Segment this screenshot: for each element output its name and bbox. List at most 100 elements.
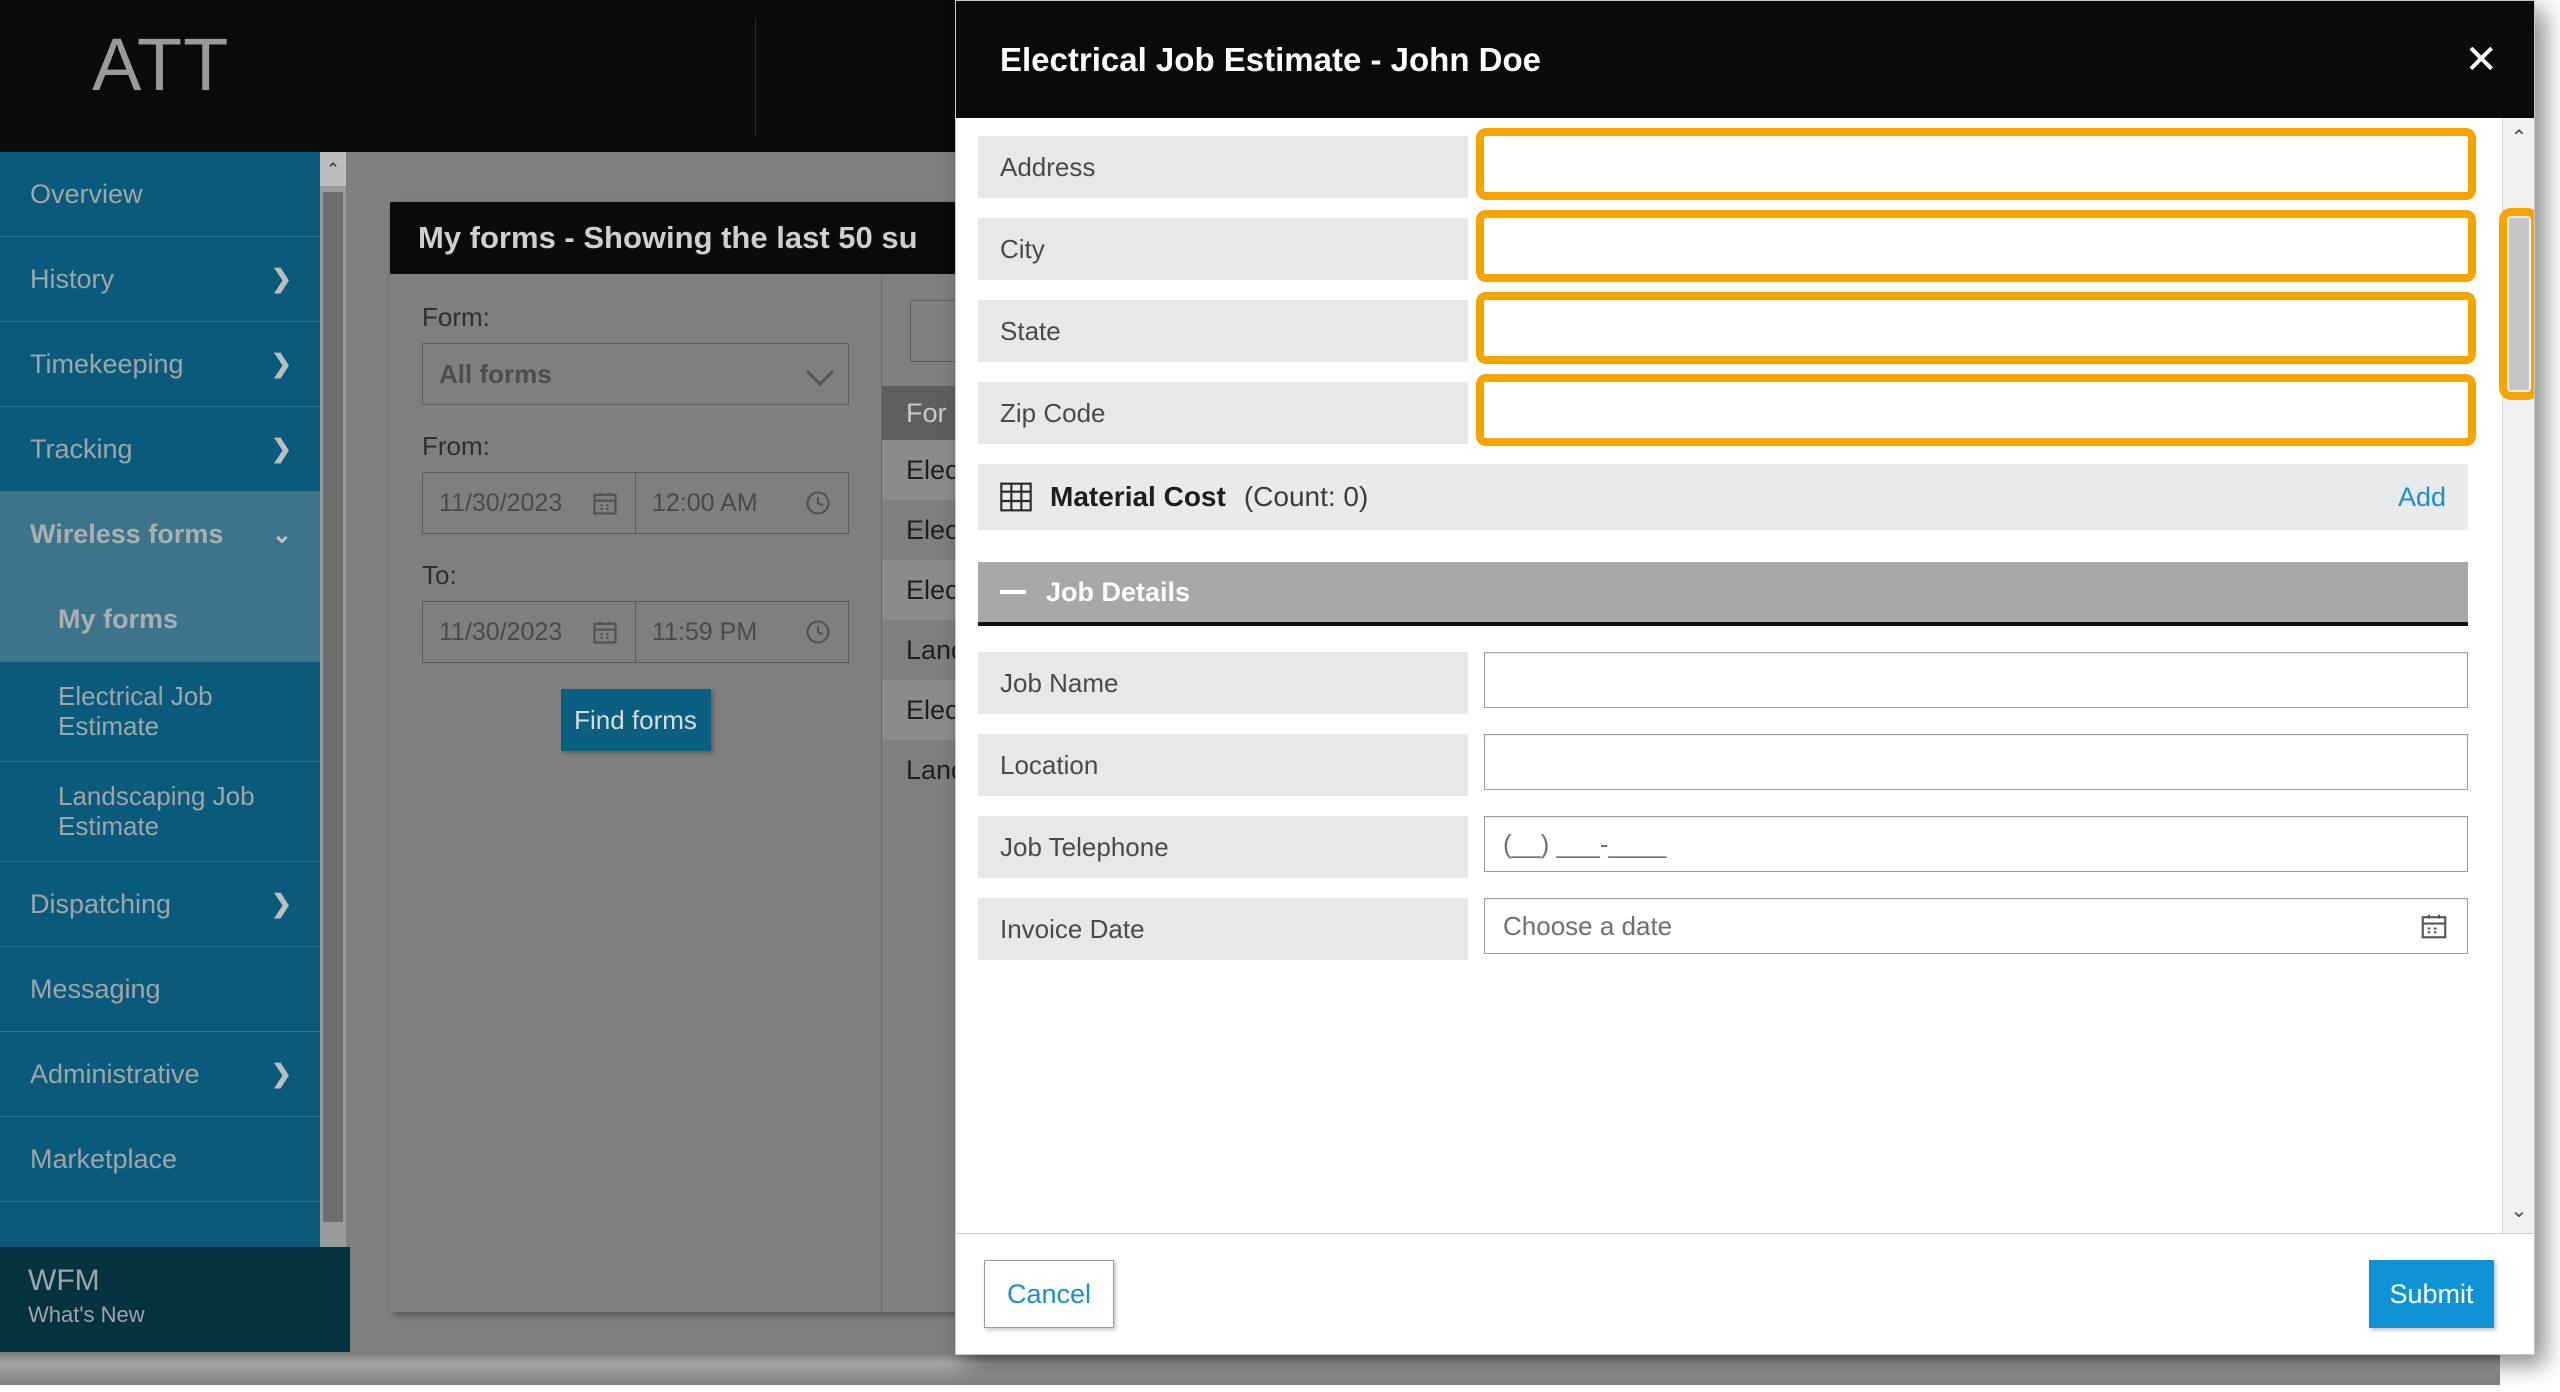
form-filter-label: Form: <box>422 302 490 332</box>
sidebar-item-history[interactable]: History ❯ <box>0 237 320 322</box>
field-label: Location <box>978 734 1468 796</box>
sidebar-item-my-forms[interactable]: My forms <box>0 577 320 662</box>
calendar-icon <box>593 621 617 644</box>
field-row-city: City <box>978 210 2476 282</box>
close-icon[interactable]: ✕ <box>2464 40 2498 80</box>
field-label: Invoice Date <box>978 898 1468 960</box>
zip-code-input[interactable] <box>1476 374 2476 446</box>
filters-pane: Form: All forms From: 11/30/2023 12:00 A… <box>390 274 882 1312</box>
from-datetime-row: 11/30/2023 12:00 AM <box>422 472 849 534</box>
to-date-value: 11/30/2023 <box>439 617 563 646</box>
job-details-fields: Job Name Location Job Telephone (__) ___… <box>978 626 2468 960</box>
field-row-state: State <box>978 292 2476 364</box>
field-row-job-name: Job Name <box>978 652 2468 714</box>
sidebar-item-overview[interactable]: Overview <box>0 152 320 237</box>
invoice-date-placeholder: Choose a date <box>1503 910 1673 941</box>
sidebar-item-messaging[interactable]: Messaging <box>0 947 320 1032</box>
field-input-wrap <box>1468 292 2476 364</box>
modal-header: Electrical Job Estimate - John Doe ✕ <box>956 1 2534 118</box>
field-input-wrap <box>1468 374 2476 446</box>
chevron-right-icon: ❯ <box>271 435 292 463</box>
from-time-value: 12:00 AM <box>652 488 758 517</box>
sidebar-group-header-wireless-forms[interactable]: Wireless forms ⌄ <box>0 492 320 577</box>
sidebar-item-electrical-job-estimate[interactable]: Electrical Job Estimate <box>0 662 320 762</box>
invoice-date-input[interactable]: Choose a date <box>1484 898 2468 954</box>
sidebar-group-label: Wireless forms <box>30 519 224 549</box>
field-input-wrap <box>1468 734 2468 790</box>
sidebar-item-label: Electrical Job Estimate <box>58 680 213 741</box>
sidebar-item-timekeeping[interactable]: Timekeeping ❯ <box>0 322 320 407</box>
modal-form: Address City State Zip Code Material Cos… <box>956 118 2534 960</box>
sidebar-item-dispatching[interactable]: Dispatching ❯ <box>0 862 320 947</box>
modal-body: Address City State Zip Code Material Cos… <box>956 118 2534 1234</box>
sidebar-scrollbar-thumb[interactable] <box>323 192 343 1222</box>
field-label: City <box>978 218 1468 280</box>
location-input[interactable] <box>1484 734 2468 790</box>
sidebar-item-label: Timekeeping <box>30 348 184 379</box>
material-cost-group-row: Material Cost (Count: 0) Add <box>978 464 2468 530</box>
find-forms-button[interactable]: Find forms <box>560 689 711 751</box>
field-input-wrap <box>1468 128 2476 200</box>
calendar-icon <box>593 492 617 515</box>
field-label: Job Name <box>978 652 1468 714</box>
sidebar-scrollbar[interactable]: ⌃ ⌄ <box>320 152 346 1347</box>
address-input[interactable] <box>1476 128 2476 200</box>
from-date-input[interactable]: 11/30/2023 <box>423 473 635 533</box>
job-name-input[interactable] <box>1484 652 2468 708</box>
add-material-cost-link[interactable]: Add <box>2398 482 2446 513</box>
sidebar-item-label: My forms <box>58 604 179 634</box>
wfm-subtitle: What's New <box>28 1301 145 1327</box>
field-label: State <box>978 300 1468 362</box>
header-divider <box>755 18 756 136</box>
job-telephone-input[interactable]: (__) ___-____ <box>1484 816 2468 872</box>
page-bottom-shadow <box>0 1352 2500 1385</box>
job-details-section-header[interactable]: Job Details <box>978 562 2468 626</box>
to-time-input[interactable]: 11:59 PM <box>635 602 848 662</box>
scroll-up-arrow-icon[interactable]: ⌃ <box>2503 120 2534 156</box>
from-time-input[interactable]: 12:00 AM <box>635 473 848 533</box>
sidebar-item-marketplace[interactable]: Marketplace <box>0 1117 320 1202</box>
field-row-address: Address <box>978 128 2476 200</box>
field-row-location: Location <box>978 734 2468 796</box>
clock-icon <box>806 620 830 644</box>
sidebar-item-label: Administrative <box>30 1058 200 1089</box>
sidebar-item-administrative[interactable]: Administrative ❯ <box>0 1032 320 1117</box>
scroll-down-arrow-icon[interactable]: ⌄ <box>2503 1193 2534 1229</box>
state-input[interactable] <box>1476 292 2476 364</box>
field-row-zip-code: Zip Code <box>978 374 2476 446</box>
to-date-input[interactable]: 11/30/2023 <box>423 602 635 662</box>
material-cost-title: Material Cost <box>1050 481 1226 512</box>
field-label: Zip Code <box>978 382 1468 444</box>
to-time-value: 11:59 PM <box>652 617 758 646</box>
minus-icon <box>1000 590 1026 594</box>
field-input-wrap <box>1468 652 2468 708</box>
sidebar-item-label: Dispatching <box>30 888 172 919</box>
sidebar-item-label: Landscaping Job Estimate <box>58 780 255 841</box>
chevron-right-icon: ❯ <box>271 350 292 378</box>
cell-form-name: Elec <box>906 514 959 545</box>
column-header-form: For <box>906 397 947 428</box>
calendar-icon[interactable] <box>2419 911 2449 941</box>
modal-scrollbar[interactable]: ⌃ ⌄ <box>2499 118 2534 1233</box>
field-label: Job Telephone <box>978 816 1468 878</box>
cancel-button[interactable]: Cancel <box>984 1260 1114 1328</box>
wfm-title: WFM <box>28 1264 100 1297</box>
sidebar: Overview History ❯ Timekeeping ❯ Trackin… <box>0 152 320 1347</box>
material-cost-count: (Count: 0) <box>1243 481 1369 512</box>
scroll-up-arrow-icon[interactable]: ⌃ <box>320 152 346 186</box>
chevron-right-icon: ❯ <box>271 265 292 293</box>
electrical-job-estimate-modal: Electrical Job Estimate - John Doe ✕ Add… <box>955 0 2535 1355</box>
modal-scrollbar-thumb[interactable] <box>2509 218 2529 390</box>
sidebar-item-landscaping-job-estimate[interactable]: Landscaping Job Estimate <box>0 762 320 862</box>
chevron-down-icon <box>805 357 835 387</box>
sidebar-footer-wfm[interactable]: WFM What's New <box>0 1247 350 1352</box>
to-datetime-row: 11/30/2023 11:59 PM <box>422 601 849 663</box>
clock-icon <box>806 491 830 515</box>
field-input-wrap <box>1468 210 2476 282</box>
field-input-wrap: (__) ___-____ <box>1468 816 2468 872</box>
sidebar-item-tracking[interactable]: Tracking ❯ <box>0 407 320 492</box>
modal-title: Electrical Job Estimate - John Doe <box>1000 40 1541 78</box>
form-filter-select[interactable]: All forms <box>422 343 849 405</box>
city-input[interactable] <box>1476 210 2476 282</box>
submit-button[interactable]: Submit <box>2369 1260 2494 1328</box>
